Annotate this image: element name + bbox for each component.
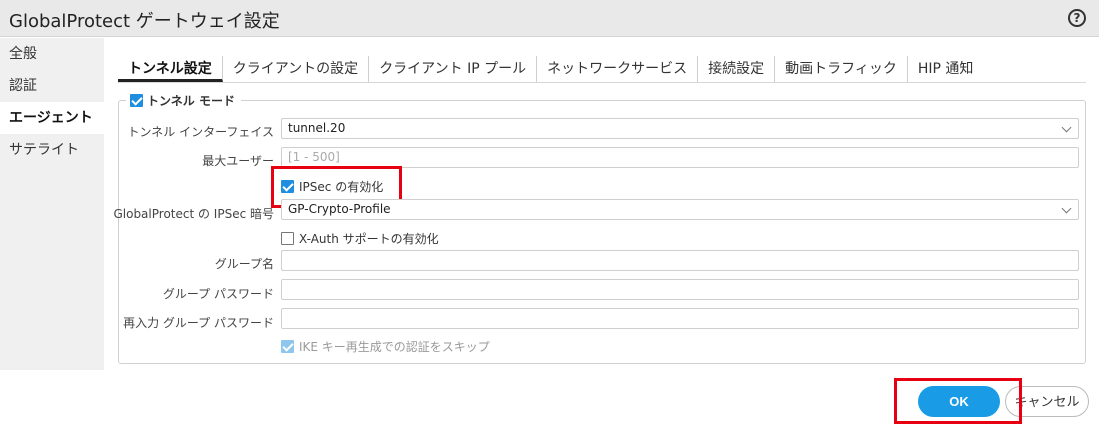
ipsec-crypto-label: GlobalProtect の IPSec 暗号 bbox=[113, 207, 274, 221]
tab-client-ip-pool[interactable]: クライアント IP プール bbox=[369, 56, 538, 82]
tab-connection-settings[interactable]: 接続設定 bbox=[698, 56, 776, 82]
group-password-input[interactable] bbox=[281, 279, 1079, 300]
sidebar-item-agent[interactable]: エージェント bbox=[0, 102, 104, 134]
skip-auth-row: IKE キー再生成での認証をスキップ bbox=[281, 338, 490, 355]
tab-tunnel-settings[interactable]: トンネル設定 bbox=[118, 56, 223, 82]
group-name-input[interactable] bbox=[281, 250, 1079, 271]
sidebar-item-satellite[interactable]: サテライト bbox=[0, 134, 104, 166]
title-bar: GlobalProtect ゲートウェイ設定 ? bbox=[0, 0, 1099, 37]
tab-network-services[interactable]: ネットワークサービス bbox=[537, 56, 699, 82]
question-circle-icon[interactable]: ? bbox=[1068, 9, 1086, 27]
ipsec-crypto-select[interactable]: GP-Crypto-Profile bbox=[281, 199, 1079, 220]
group-name-label: グループ名 bbox=[214, 257, 274, 271]
tunnel-mode-label: トンネル モード bbox=[147, 94, 235, 108]
tab-hip-notification[interactable]: HIP 通知 bbox=[908, 56, 984, 82]
xauth-checkbox[interactable] bbox=[281, 232, 294, 245]
reenter-password-label: 再入力 グループ パスワード bbox=[123, 316, 274, 330]
tunnel-interface-label: トンネル インターフェイス bbox=[127, 125, 275, 139]
skip-auth-label: IKE キー再生成での認証をスキップ bbox=[299, 340, 490, 354]
tab-client-settings[interactable]: クライアントの設定 bbox=[223, 56, 370, 82]
tunnel-interface-select[interactable]: tunnel.20 bbox=[281, 118, 1079, 139]
chevron-down-icon bbox=[1061, 122, 1072, 133]
tab-video-traffic[interactable]: 動画トラフィック bbox=[775, 56, 908, 82]
reenter-password-input[interactable] bbox=[281, 308, 1079, 329]
max-users-input[interactable]: [1 - 500] bbox=[281, 147, 1079, 168]
tunnel-mode-legend[interactable]: トンネル モード bbox=[126, 92, 241, 109]
tunnel-mode-checkbox[interactable] bbox=[130, 94, 143, 107]
tab-divider bbox=[118, 82, 1086, 83]
ipsec-crypto-value: GP-Crypto-Profile bbox=[288, 202, 391, 216]
max-users-label: 最大ユーザー bbox=[202, 154, 274, 168]
xauth-row[interactable]: X-Auth サポートの有効化 bbox=[281, 230, 439, 247]
dialog-title: GlobalProtect ゲートウェイ設定 bbox=[9, 11, 280, 32]
highlight-ok-button bbox=[894, 378, 1022, 424]
xauth-label: X-Auth サポートの有効化 bbox=[299, 232, 439, 246]
tab-bar: トンネル設定 クライアントの設定 クライアント IP プール ネットワークサービ… bbox=[118, 56, 983, 82]
sidebar-item-authentication[interactable]: 認証 bbox=[0, 70, 104, 102]
group-password-label: グループ パスワード bbox=[162, 287, 274, 301]
tunnel-interface-value: tunnel.20 bbox=[288, 121, 346, 135]
sidebar-item-general[interactable]: 全般 bbox=[0, 38, 104, 70]
skip-auth-checkbox bbox=[281, 340, 294, 353]
chevron-down-icon bbox=[1061, 203, 1072, 214]
sidebar: 全般 認証 エージェント サテライト bbox=[0, 38, 104, 370]
